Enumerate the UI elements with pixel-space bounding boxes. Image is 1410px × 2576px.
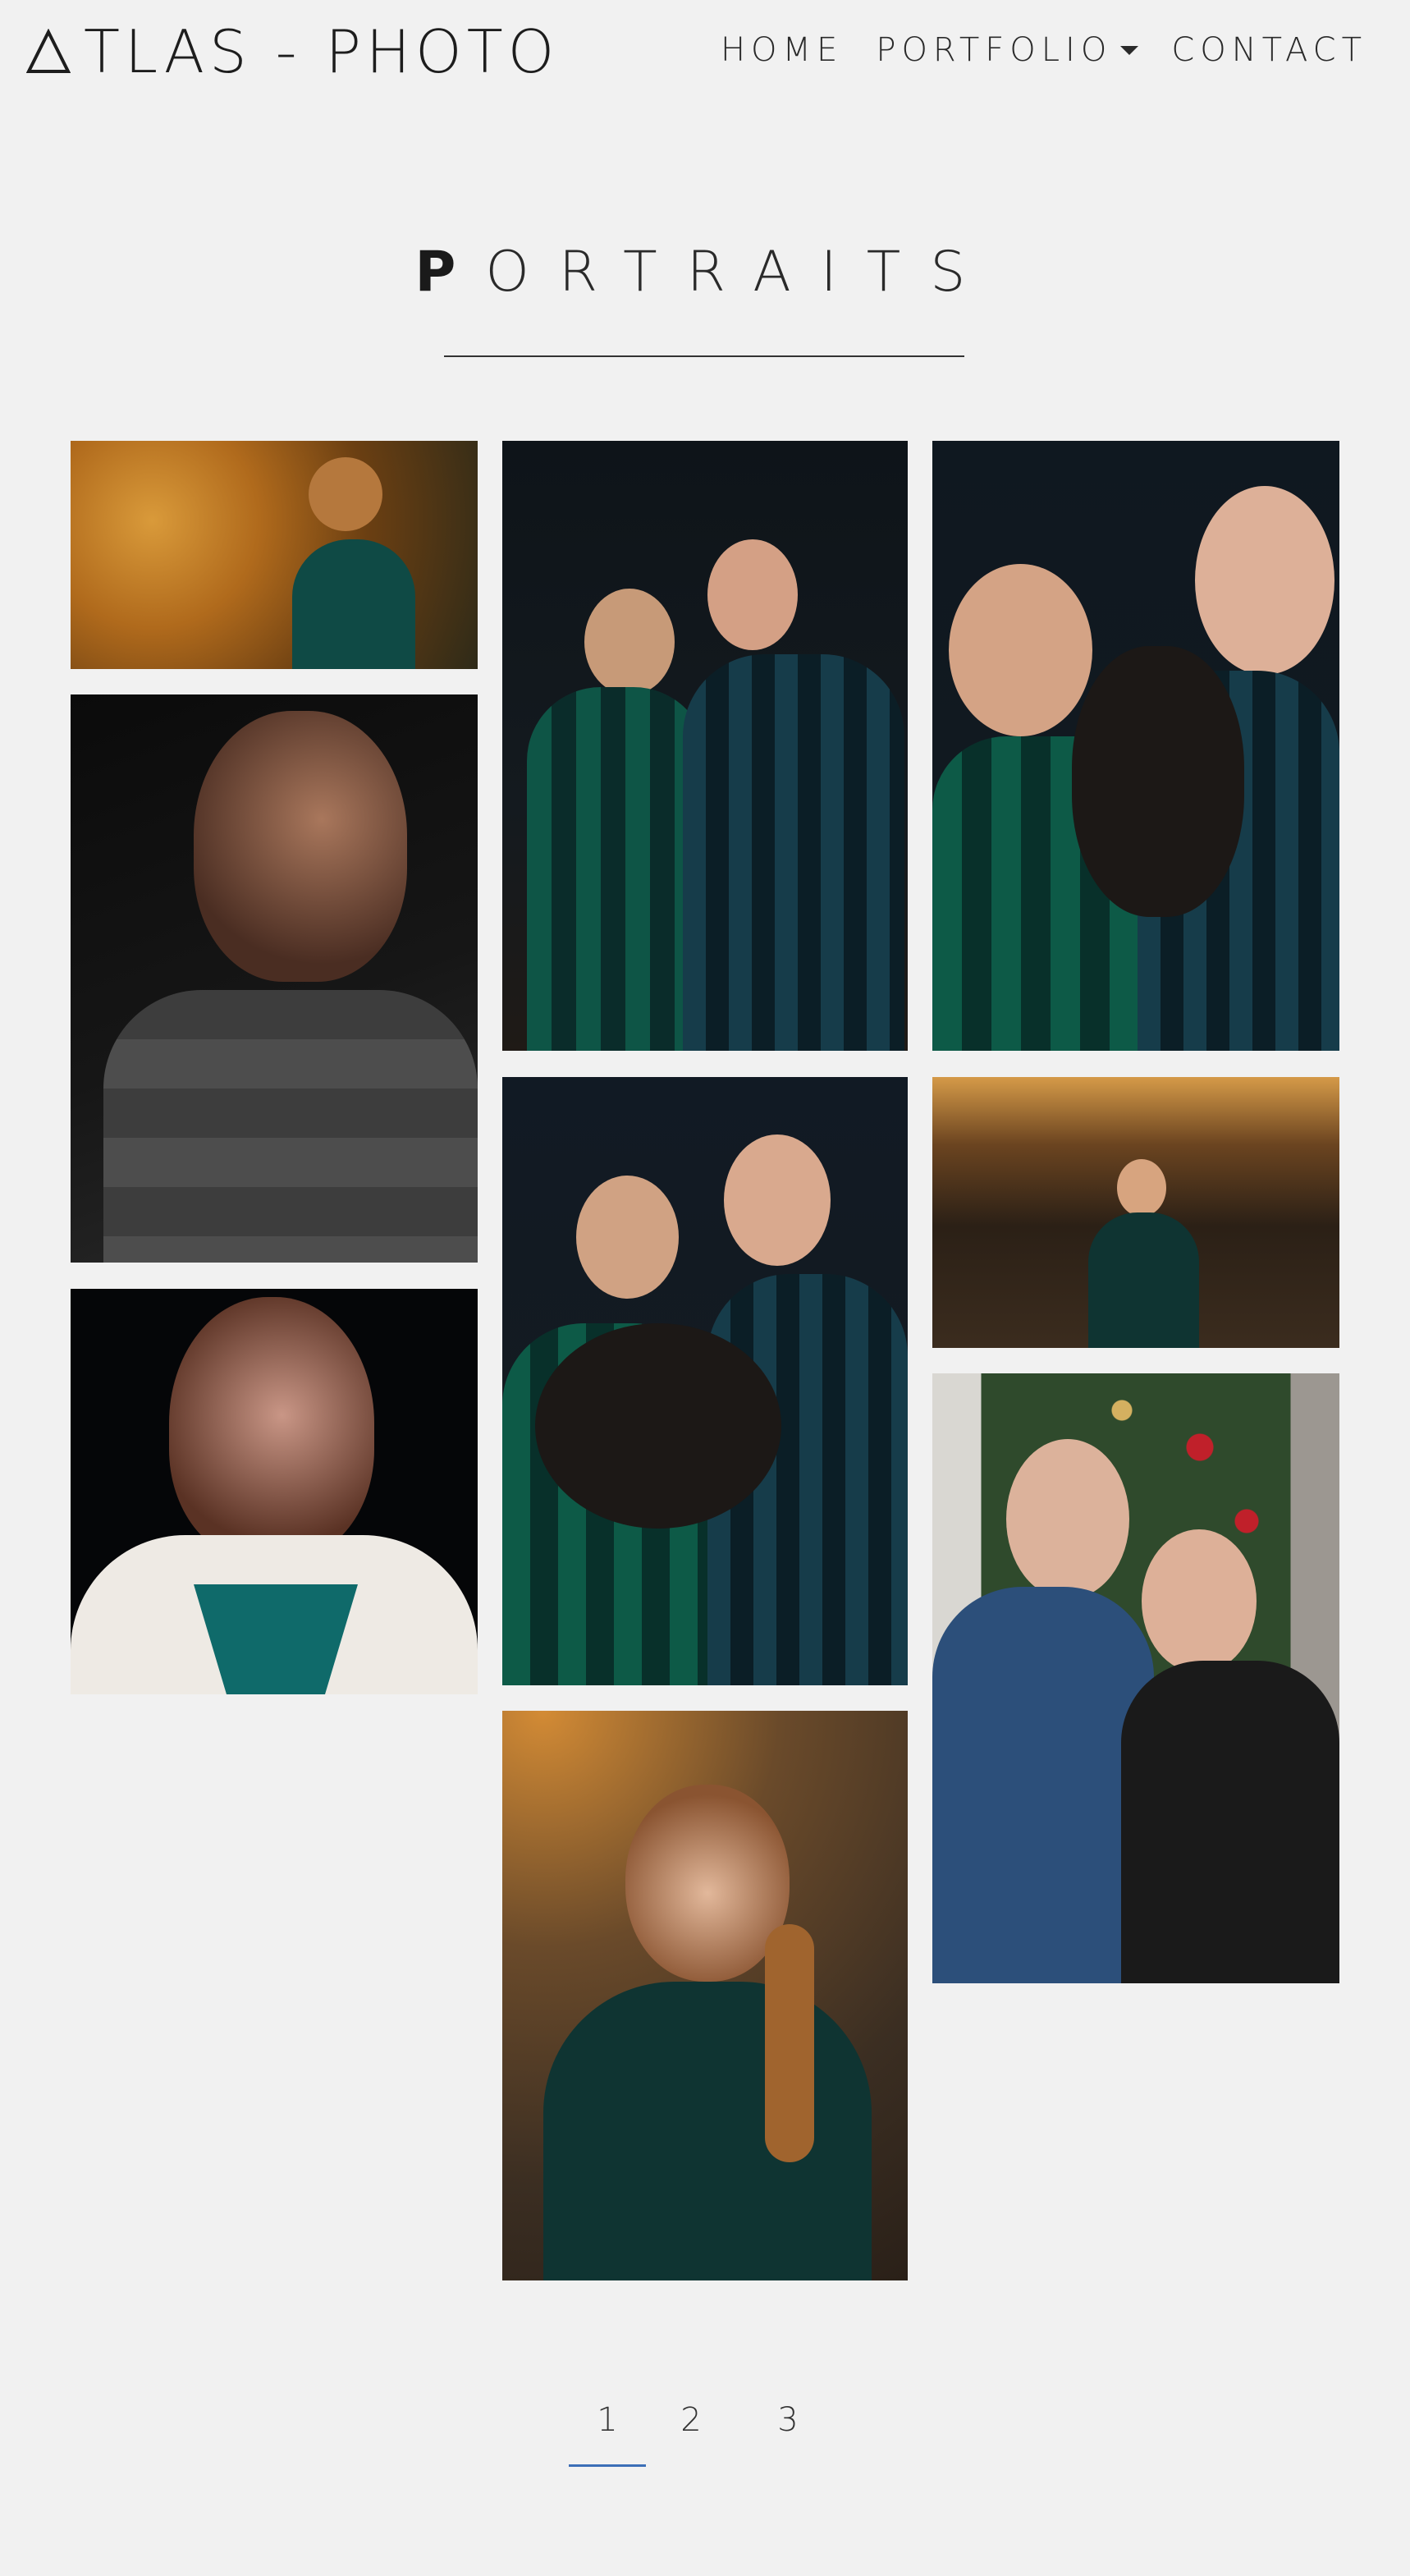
photo-figure [1195, 486, 1334, 675]
page-title: PORTRAITS [0, 240, 1410, 305]
page-title-rest: ORTRAITS [485, 240, 996, 305]
photo-woman-fur[interactable] [71, 1289, 478, 1694]
nav-portfolio-label: PORTFOLIO [876, 31, 1113, 69]
photo-figure-body [543, 1982, 872, 2280]
photo-figure-body [103, 990, 478, 1263]
photo-girl-braid[interactable] [502, 1711, 908, 2280]
page-link-1[interactable]: 1 [570, 2401, 644, 2439]
photo-dog [1072, 646, 1244, 917]
nav-portfolio[interactable]: PORTFOLIO [876, 31, 1139, 69]
photo-figure [949, 564, 1092, 736]
photo-figure [707, 539, 798, 650]
photo-dog [535, 1323, 781, 1529]
site-logo[interactable]: TLAS - PHOTO [26, 17, 559, 86]
photo-figure-body [527, 687, 707, 1051]
photo-figure [309, 457, 382, 531]
page-link-2[interactable]: 2 [654, 2401, 728, 2439]
title-divider [444, 355, 964, 357]
nav-home[interactable]: HOME [721, 31, 843, 69]
photo-figure-body [292, 539, 415, 669]
chevron-down-icon [1120, 45, 1139, 55]
photo-couple-dog-hold[interactable] [502, 1077, 908, 1685]
photo-figure [576, 1176, 679, 1299]
photo-figure [724, 1134, 831, 1266]
photo-figure [1142, 1529, 1257, 1673]
current-page-indicator [569, 2464, 646, 2467]
page-link-3[interactable]: 3 [751, 2401, 825, 2439]
page-title-initial: P [414, 240, 486, 305]
delta-logo-icon [26, 29, 71, 73]
photo-figure [1117, 1159, 1166, 1217]
photo-figure-body [683, 654, 904, 1051]
logo-text: TLAS - PHOTO [84, 17, 560, 86]
photo-braid [765, 1924, 814, 2162]
photo-couple-dog-closeup[interactable] [932, 441, 1339, 1051]
photo-figure [169, 1297, 374, 1560]
photo-girl-sunset[interactable] [932, 1077, 1339, 1348]
photo-image [71, 441, 478, 669]
photo-figure [584, 589, 675, 695]
photo-couple-christmas[interactable] [932, 1373, 1339, 1983]
photo-couple-plaid[interactable] [502, 441, 908, 1051]
photo-man-sweater[interactable] [71, 694, 478, 1263]
main-nav: HOME PORTFOLIO CONTACT [721, 31, 1367, 69]
photo-girl-autumn[interactable] [71, 441, 478, 669]
photo-figure [194, 711, 407, 982]
pagination: 1 2 3 [0, 2401, 1410, 2467]
photo-figure-body [1121, 1661, 1339, 1983]
photo-figure-body [1088, 1212, 1199, 1348]
photo-figure [1006, 1439, 1129, 1599]
nav-contact[interactable]: CONTACT [1171, 31, 1367, 69]
